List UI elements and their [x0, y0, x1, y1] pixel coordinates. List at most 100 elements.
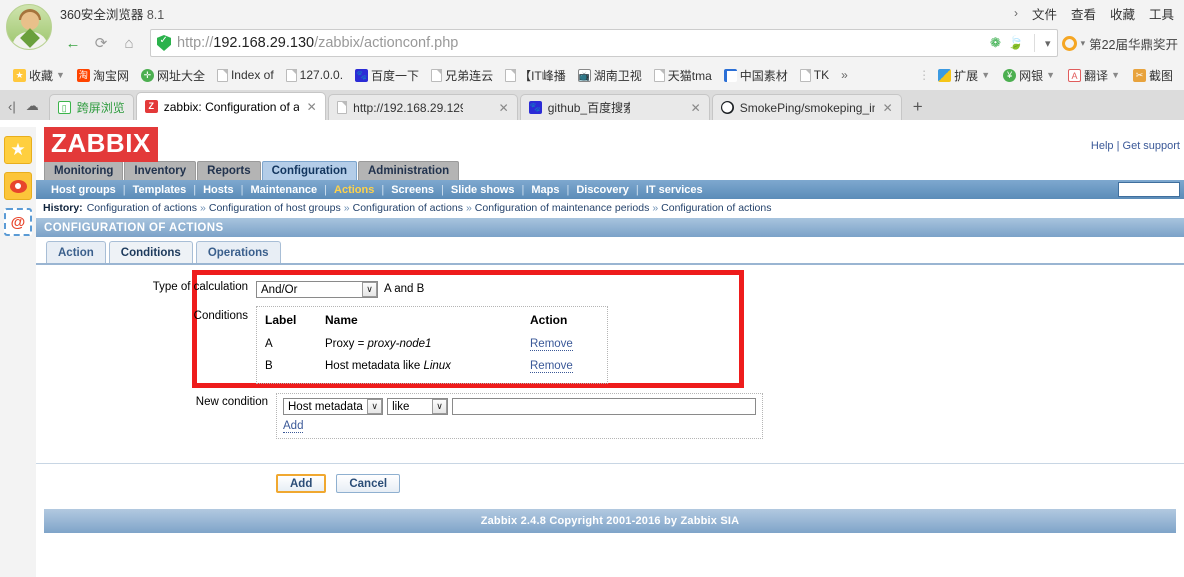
- bookmark-tk[interactable]: TK: [795, 66, 834, 84]
- menu-tools[interactable]: 工具: [1149, 4, 1174, 23]
- history-item[interactable]: Configuration of actions: [661, 202, 771, 214]
- submenu-maps[interactable]: Maps: [524, 184, 566, 196]
- submenu-actions[interactable]: Actions: [327, 184, 381, 196]
- chevron-down-icon[interactable]: ∨: [432, 399, 447, 414]
- tab-192-168-29-129[interactable]: http://192.168.29.129/ ✕: [327, 94, 518, 120]
- condition-name-value: proxy-node1: [367, 338, 432, 350]
- tv-icon: 📺: [577, 68, 591, 82]
- tab-zabbix-configuration-of-actions[interactable]: Z zabbix: Configuration of actio ✕: [135, 92, 326, 120]
- submenu-maintenance[interactable]: Maintenance: [244, 184, 325, 196]
- menu-view[interactable]: 查看: [1071, 4, 1096, 23]
- submenu-screens[interactable]: Screens: [384, 184, 441, 196]
- chevron-down-icon[interactable]: ▾: [1081, 38, 1086, 49]
- chevron-down-icon[interactable]: ▼: [1111, 70, 1120, 80]
- home-icon[interactable]: ⌂: [116, 30, 142, 56]
- tab-smokeping[interactable]: ⬤ SmokePing/smokeping_insta ✕: [711, 94, 902, 120]
- tab-label: zabbix: Configuration of actio: [163, 99, 299, 114]
- toolbar-translate[interactable]: A 翻译 ▼: [1063, 65, 1125, 86]
- new-tab-button[interactable]: +: [904, 97, 932, 120]
- submenu-discovery[interactable]: Discovery: [569, 184, 636, 196]
- menu-reports[interactable]: Reports: [197, 161, 261, 180]
- bookmark-taobao[interactable]: 淘 淘宝网: [72, 65, 134, 86]
- divider: |: [1116, 140, 1120, 152]
- user-avatar[interactable]: [6, 4, 52, 50]
- new-condition-type-select[interactable]: Host metadata ∨: [283, 398, 384, 415]
- toolbar-screenshot[interactable]: ✂ 截图: [1128, 65, 1178, 86]
- zabbix-logo[interactable]: ZABBIX: [44, 127, 158, 162]
- sidebar-item-favorites[interactable]: ★: [4, 136, 32, 164]
- sidebar-item-weibo[interactable]: [4, 172, 32, 200]
- chevron-down-icon[interactable]: ▼: [56, 70, 65, 80]
- submenu-it-services[interactable]: IT services: [639, 184, 710, 196]
- menu-configuration[interactable]: Configuration: [261, 161, 357, 180]
- address-bar[interactable]: http://192.168.29.130/zabbix/actionconf.…: [150, 29, 1058, 57]
- cancel-button[interactable]: Cancel: [336, 474, 401, 493]
- remove-link[interactable]: Remove: [530, 360, 573, 373]
- back-icon[interactable]: ←: [60, 30, 86, 56]
- tab-github-baidu-search[interactable]: 🐾 github_百度搜索 ✕: [519, 94, 710, 120]
- chevron-down-icon[interactable]: ▼: [1046, 70, 1055, 80]
- chevron-right-icon[interactable]: ›: [1014, 6, 1018, 20]
- close-icon[interactable]: ✕: [691, 101, 701, 115]
- url-host: 192.168.29.130: [213, 35, 315, 51]
- bookmark-xiongdilian[interactable]: 兄弟连云: [426, 65, 498, 86]
- menu-administration[interactable]: Administration: [358, 161, 460, 180]
- chevron-down-icon[interactable]: ∨: [362, 282, 377, 297]
- cloud-icon[interactable]: ☁: [26, 98, 39, 114]
- menu-favorites[interactable]: 收藏: [1110, 4, 1135, 23]
- remove-link[interactable]: Remove: [530, 338, 573, 351]
- history-item[interactable]: Configuration of host groups: [209, 202, 341, 214]
- bookmark-zhongguosucai[interactable]: 中国素材: [719, 65, 793, 86]
- new-condition-operator-select[interactable]: like ∨: [387, 398, 448, 415]
- bookmark-label: 收藏: [29, 68, 54, 83]
- tab-action[interactable]: Action: [46, 241, 106, 263]
- submenu-templates[interactable]: Templates: [126, 184, 194, 196]
- new-condition-type-value: Host metadata: [288, 400, 363, 413]
- toolbar-bank[interactable]: ¥ 网银 ▼: [998, 65, 1060, 86]
- add-button[interactable]: Add: [276, 474, 327, 493]
- tab-kuaping[interactable]: ▯ 跨屏浏览: [48, 94, 134, 120]
- chevron-down-icon[interactable]: ∨: [367, 399, 383, 414]
- bookmark-label: 百度一下: [371, 68, 420, 83]
- history-item[interactable]: Configuration of maintenance periods: [475, 202, 650, 214]
- toolbar-extensions[interactable]: 扩展 ▼: [933, 65, 995, 86]
- help-link[interactable]: Help: [1091, 140, 1114, 152]
- history-item[interactable]: Configuration of actions: [353, 202, 463, 214]
- bookmark-127001[interactable]: 127.0.0.: [281, 66, 348, 84]
- bookmark-index-of[interactable]: Index of: [212, 66, 279, 84]
- menu-file[interactable]: 文件: [1032, 4, 1057, 23]
- baidu-icon: 🐾: [355, 68, 369, 82]
- chevron-down-icon[interactable]: ▾: [1045, 37, 1051, 50]
- quick-search-box[interactable]: ▾ 第22届华鼎奖开: [1061, 34, 1184, 53]
- submenu-host-groups[interactable]: Host groups: [44, 184, 123, 196]
- search-input[interactable]: [1118, 182, 1180, 197]
- submenu-hosts[interactable]: Hosts: [196, 184, 241, 196]
- bookmark-itfengbo[interactable]: 【IT峰播: [500, 65, 571, 86]
- bookmark-hao360[interactable]: ✛ 网址大全: [136, 65, 210, 86]
- history-item[interactable]: Configuration of actions: [87, 202, 197, 214]
- tab-conditions[interactable]: Conditions: [108, 241, 193, 263]
- new-condition-value-input[interactable]: [452, 398, 756, 415]
- menu-inventory[interactable]: Inventory: [124, 161, 197, 180]
- shield-sync-icon[interactable]: ❁: [990, 35, 1001, 51]
- menu-monitoring[interactable]: Monitoring: [44, 161, 124, 180]
- close-icon[interactable]: ✕: [307, 100, 317, 114]
- bookmark-baidu[interactable]: 🐾 百度一下: [350, 65, 424, 86]
- bookmark-favorites[interactable]: ★ 收藏 ▼: [8, 65, 70, 86]
- tab-prev-icon[interactable]: ‹|: [8, 99, 16, 114]
- zabbix-sub-menu: Host groups | Templates | Hosts | Maintenan…: [36, 180, 1184, 199]
- tab-operations[interactable]: Operations: [195, 241, 281, 263]
- type-of-calculation-select[interactable]: And/Or ∨: [256, 281, 378, 298]
- submenu-slide-shows[interactable]: Slide shows: [444, 184, 522, 196]
- leaf-icon[interactable]: 🍃: [1008, 35, 1024, 51]
- get-support-link[interactable]: Get support: [1123, 140, 1180, 152]
- chevron-down-icon[interactable]: ▼: [981, 70, 990, 80]
- close-icon[interactable]: ✕: [499, 101, 509, 115]
- add-condition-link[interactable]: Add: [283, 420, 304, 433]
- close-icon[interactable]: ✕: [883, 101, 893, 115]
- reload-icon[interactable]: ⟳: [88, 30, 114, 56]
- bookmark-hunantv[interactable]: 📺 湖南卫视: [573, 65, 647, 86]
- bookmark-tmall[interactable]: 天猫tma: [649, 65, 717, 86]
- bookmarks-overflow[interactable]: »: [836, 66, 853, 84]
- sidebar-item-mail[interactable]: @: [4, 208, 32, 236]
